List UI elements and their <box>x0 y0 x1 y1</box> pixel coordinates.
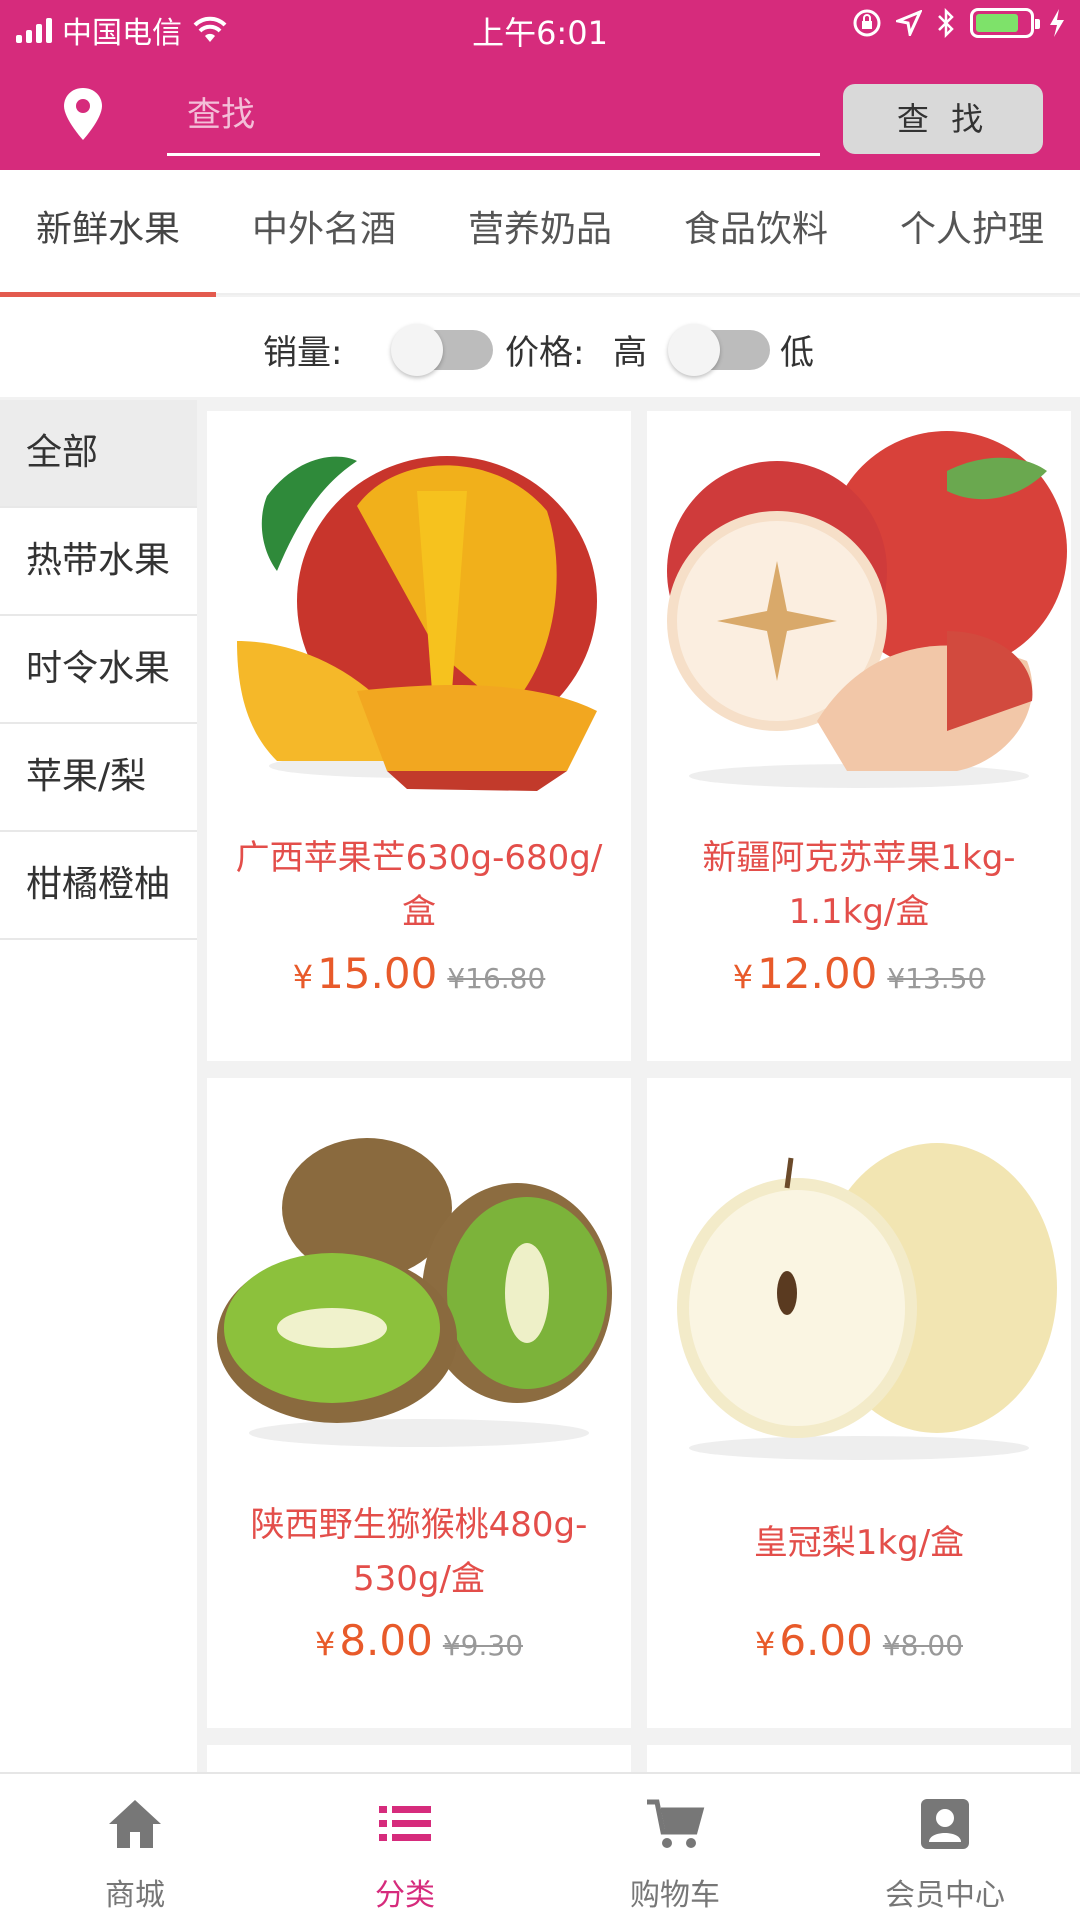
status-right <box>852 8 1066 38</box>
product-name: 皇冠梨1kg/盒 <box>753 1523 965 1563</box>
price-row: ¥15.00 ¥16.80 <box>207 949 631 998</box>
tab-food-drinks[interactable]: 食品饮料 <box>648 170 864 295</box>
currency-symbol: ¥ <box>292 958 314 996</box>
sales-label: 销量: <box>263 333 343 373</box>
tab-wine[interactable]: 中外名酒 <box>216 170 432 295</box>
sidebar-item-citrus[interactable]: 柑橘橙柚 <box>0 832 197 940</box>
nav-member-center[interactable]: 会员中心 <box>810 1774 1080 1920</box>
original-price: ¥9.30 <box>442 1629 524 1662</box>
product-name: 广西苹果芒630g-680g/盒 <box>235 838 603 932</box>
original-price: ¥8.00 <box>882 1629 964 1662</box>
price-high-label: 高 <box>613 333 647 373</box>
kiwi-image <box>217 1138 612 1447</box>
product-card[interactable]: 陕西野生猕猴桃480g-530g/盒 ¥8.00 ¥9.30 <box>207 1078 631 1728</box>
toggle-knob <box>668 324 720 376</box>
nav-label: 分类 <box>375 1878 435 1913</box>
price-toggle[interactable] <box>668 324 770 376</box>
nav-label: 商城 <box>105 1878 165 1913</box>
currency-symbol: ¥ <box>314 1625 336 1663</box>
tab-label: 食品饮料 <box>683 209 828 250</box>
subcategory-sidebar: 全部 热带水果 时令水果 苹果/梨 柑橘橙柚 <box>0 400 197 1772</box>
charging-icon <box>1050 9 1064 37</box>
home-icon <box>109 1800 161 1848</box>
price-low-label: 低 <box>780 333 814 373</box>
product-price: 8.00 <box>339 1616 433 1665</box>
toggle-knob <box>391 324 443 376</box>
product-card[interactable] <box>647 1745 1071 1775</box>
tab-label: 中外名酒 <box>251 209 396 250</box>
price-row: ¥6.00 ¥8.00 <box>647 1616 1071 1665</box>
nav-mall[interactable]: 商城 <box>0 1774 270 1920</box>
price-label: 价格: <box>505 333 585 373</box>
search-input[interactable] <box>167 80 820 150</box>
bottom-tab-bar: 商城 分类 购物车 会员中心 <box>0 1772 1080 1920</box>
sort-filter-bar: 销量: 价格: 高 低 <box>0 297 1080 397</box>
tab-label: 新鲜水果 <box>35 209 180 250</box>
product-name: 陕西野生猕猴桃480g-530g/盒 <box>250 1505 588 1599</box>
bluetooth-icon <box>938 8 954 38</box>
location-pin-icon[interactable] <box>62 86 104 142</box>
product-card[interactable]: 皇冠梨1kg/盒 ¥6.00 ¥8.00 <box>647 1078 1071 1728</box>
search-button[interactable]: 查 找 <box>843 84 1043 154</box>
page: 中国电信 上午6:01 查找 查 找 新鲜水果 中外名酒 营养奶品 食品饮料 个… <box>0 0 1080 1920</box>
product-card[interactable] <box>207 1745 631 1775</box>
sales-toggle[interactable] <box>391 324 493 376</box>
user-icon <box>921 1799 969 1849</box>
price-row: ¥8.00 ¥9.30 <box>207 1616 631 1665</box>
product-price: 15.00 <box>317 949 438 998</box>
tab-label: 营养奶品 <box>467 209 612 250</box>
battery-icon <box>970 8 1040 38</box>
mango-image <box>237 456 597 791</box>
category-tabs: 新鲜水果 中外名酒 营养奶品 食品饮料 个人护理 <box>0 170 1080 297</box>
sidebar-item-all[interactable]: 全部 <box>0 400 197 508</box>
original-price: ¥16.80 <box>447 962 546 995</box>
nav-label: 购物车 <box>630 1878 720 1913</box>
tab-label: 个人护理 <box>899 209 1044 250</box>
status-bar: 中国电信 上午6:01 <box>0 0 1080 54</box>
nav-cart[interactable]: 购物车 <box>540 1774 810 1920</box>
header-bar: 中国电信 上午6:01 查找 查 找 <box>0 0 1080 170</box>
nav-category[interactable]: 分类 <box>270 1774 540 1920</box>
product-price: 6.00 <box>779 1616 873 1665</box>
price-row: ¥12.00 ¥13.50 <box>647 949 1071 998</box>
product-price: 12.00 <box>757 949 878 998</box>
sidebar-item-tropical[interactable]: 热带水果 <box>0 508 197 616</box>
tab-personal-care[interactable]: 个人护理 <box>864 170 1080 295</box>
product-name: 新疆阿克苏苹果1kg-1.1kg/盒 <box>702 838 1016 932</box>
apple-image <box>667 431 1067 788</box>
location-arrow-icon <box>896 10 922 36</box>
sidebar-item-seasonal[interactable]: 时令水果 <box>0 616 197 724</box>
product-card[interactable]: 新疆阿克苏苹果1kg-1.1kg/盒 ¥12.00 ¥13.50 <box>647 411 1071 1061</box>
tab-fresh-fruit[interactable]: 新鲜水果 <box>0 170 216 297</box>
currency-symbol: ¥ <box>732 958 754 996</box>
currency-symbol: ¥ <box>754 1625 776 1663</box>
nav-label: 会员中心 <box>885 1878 1005 1913</box>
sidebar-item-apple-pear[interactable]: 苹果/梨 <box>0 724 197 832</box>
rotation-lock-icon <box>853 9 881 37</box>
pear-image <box>677 1143 1057 1460</box>
search-field <box>167 80 820 156</box>
cart-icon <box>647 1799 705 1848</box>
tab-dairy[interactable]: 营养奶品 <box>432 170 648 295</box>
list-icon <box>379 1806 431 1841</box>
product-card[interactable]: 广西苹果芒630g-680g/盒 ¥15.00 ¥16.80 <box>207 411 631 1061</box>
original-price: ¥13.50 <box>887 962 986 995</box>
